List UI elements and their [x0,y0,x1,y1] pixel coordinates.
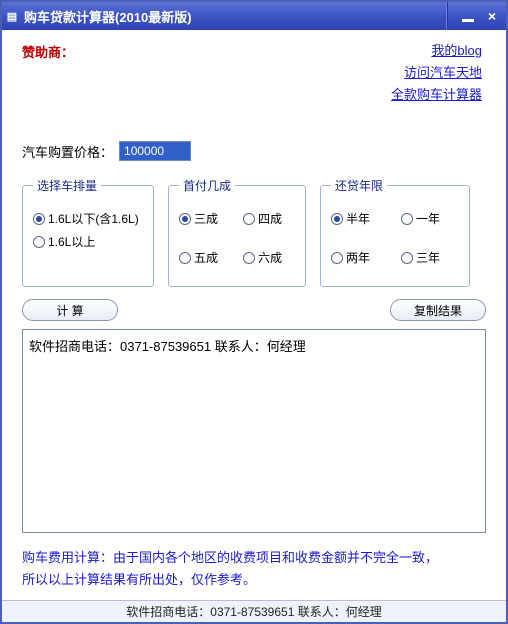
minimize-button[interactable] [462,19,474,22]
radio-icon [401,213,413,225]
radio-down-4[interactable]: 四成 [243,210,295,227]
radio-down-5[interactable]: 五成 [179,249,231,266]
copy-button[interactable]: 复制结果 [390,299,486,321]
result-textarea[interactable]: 软件招商电话：0371-87539651 联系人：何经理 [22,329,486,533]
price-input[interactable] [119,141,191,161]
group-term-legend: 还贷年限 [331,177,387,194]
group-downpay: 首付几成 三成 四成 五成 [168,177,306,287]
radio-icon [243,213,255,225]
titlebar[interactable]: ▤ 购车贷款计算器(2010最新版) × [2,2,506,30]
radio-engine-above[interactable]: 1.6L以上 [33,233,143,250]
radio-icon [331,213,343,225]
footnote-line2: 所以以上计算结果有所出处，仅作参考。 [22,569,486,591]
group-engine: 选择车排量 1.6L以下(含1.6L) 1.6L以上 [22,177,154,287]
option-groups: 选择车排量 1.6L以下(含1.6L) 1.6L以上 首付几成 三成 [22,177,486,287]
app-window: ▤ 购车贷款计算器(2010最新版) × 赞助商： 我的blog 访问汽车天地 … [0,0,508,624]
radio-icon [33,236,45,248]
radio-icon [243,252,255,264]
window-title: 购车贷款计算器(2010最新版) [22,7,446,26]
footnote-line1: 购车费用计算：由于国内各个地区的收费项目和收费金额并不完全一致， [22,547,486,569]
close-button[interactable]: × [488,8,496,24]
radio-icon [331,252,343,264]
radio-label: 一年 [416,210,440,227]
footnote: 购车费用计算：由于国内各个地区的收费项目和收费金额并不完全一致， 所以以上计算结… [22,547,486,591]
radio-icon [179,213,191,225]
button-row: 计 算 复制结果 [22,299,486,321]
radio-term-half[interactable]: 半年 [331,210,389,227]
group-engine-legend: 选择车排量 [33,177,101,194]
radio-label: 半年 [346,210,370,227]
content-area: 赞助商： 我的blog 访问汽车天地 全款购车计算器 汽车购置价格： 选择车排量… [2,30,506,600]
radio-icon [179,252,191,264]
link-car-world[interactable]: 访问汽车天地 [404,65,482,80]
radio-down-3[interactable]: 三成 [179,210,231,227]
group-downpay-legend: 首付几成 [179,177,235,194]
radio-down-6[interactable]: 六成 [243,249,295,266]
price-row: 汽车购置价格： [22,141,486,161]
radio-label: 三年 [416,249,440,266]
radio-label: 1.6L以上 [48,233,95,250]
radio-term-1[interactable]: 一年 [401,210,459,227]
statusbar: 软件招商电话：0371-87539651 联系人：何经理 [2,600,506,622]
radio-label: 1.6L以下(含1.6L) [48,210,139,227]
radio-icon [33,213,45,225]
radio-label: 六成 [258,249,282,266]
links-block: 我的blog 访问汽车天地 全款购车计算器 [391,40,482,106]
radio-label: 四成 [258,210,282,227]
app-icon: ▤ [2,10,22,23]
radio-term-3[interactable]: 三年 [401,249,459,266]
radio-label: 五成 [194,249,218,266]
radio-engine-below[interactable]: 1.6L以下(含1.6L) [33,210,143,227]
link-full-calc[interactable]: 全款购车计算器 [391,87,482,102]
radio-label: 两年 [346,249,370,266]
price-label: 汽车购置价格： [22,142,113,161]
radio-term-2[interactable]: 两年 [331,249,389,266]
calc-button[interactable]: 计 算 [22,299,118,321]
link-blog[interactable]: 我的blog [431,43,482,58]
group-term: 还贷年限 半年 一年 两年 [320,177,470,287]
radio-icon [401,252,413,264]
radio-label: 三成 [194,210,218,227]
